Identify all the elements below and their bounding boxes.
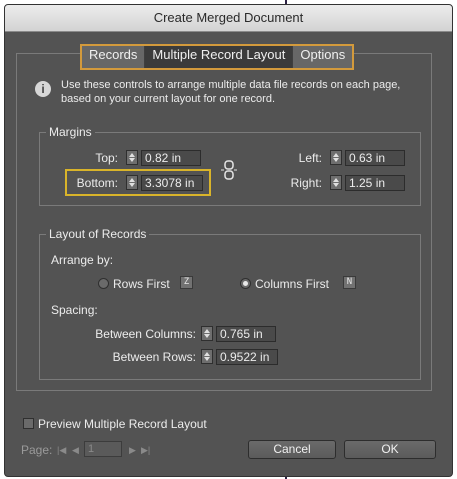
page-number-input[interactable]: 1 [84,441,122,457]
between-columns-stepper[interactable] [201,326,213,341]
info-text: Use these controls to arrange multiple d… [61,79,401,105]
page-label: Page: [21,443,53,457]
rows-first-label[interactable]: Rows First [113,277,170,291]
between-rows-input[interactable]: 0.9522 in [216,349,278,365]
cancel-button[interactable]: Cancel [248,440,336,459]
rows-first-radio[interactable] [98,278,109,289]
tab-records[interactable]: Records [82,46,146,68]
columns-first-radio[interactable] [240,278,251,289]
bottom-margin-input[interactable]: 3.3078 in [141,175,203,191]
right-label: Right: [290,176,322,190]
next-page-icon[interactable]: ▶ [129,444,136,456]
ok-button[interactable]: OK [344,440,436,459]
between-rows-stepper[interactable] [201,349,213,364]
layout-legend: Layout of Records [46,227,150,241]
tab-options[interactable]: Options [293,46,352,68]
top-margin-input[interactable]: 0.82 in [141,150,201,166]
spacing-label: Spacing: [51,303,98,317]
right-stepper[interactable] [330,175,342,190]
previous-page-icon[interactable]: ◀ [72,444,79,456]
preview-label[interactable]: Preview Multiple Record Layout [38,417,207,431]
columns-first-icon: N [343,276,356,289]
dialog-title: Create Merged Document [5,5,452,32]
chain-link-icon[interactable] [221,160,237,180]
rows-first-icon: Z [180,276,193,289]
tab-multiple-record-layout[interactable]: Multiple Record Layout [145,46,294,68]
top-label: Top: [95,151,118,165]
arrange-by-label: Arrange by: [51,253,114,267]
between-rows-label: Between Rows: [112,350,196,364]
last-page-icon[interactable]: ▶| [141,444,150,456]
top-stepper[interactable] [126,150,138,165]
left-label: Left: [298,151,322,165]
bottom-label: Bottom: [76,176,118,190]
between-columns-input[interactable]: 0.765 in [216,326,276,342]
left-margin-input[interactable]: 0.63 in [345,150,405,166]
columns-first-label[interactable]: Columns First [255,277,329,291]
margins-legend: Margins [46,125,95,139]
info-icon: i [35,81,51,97]
tab-bar: Records Multiple Record Layout Options [80,44,355,70]
preview-checkbox[interactable] [23,418,34,429]
bottom-stepper[interactable] [126,175,138,190]
right-margin-input[interactable]: 1.25 in [345,175,405,191]
between-columns-label: Between Columns: [95,327,196,341]
first-page-icon[interactable]: |◀ [57,444,66,456]
left-stepper[interactable] [330,150,342,165]
